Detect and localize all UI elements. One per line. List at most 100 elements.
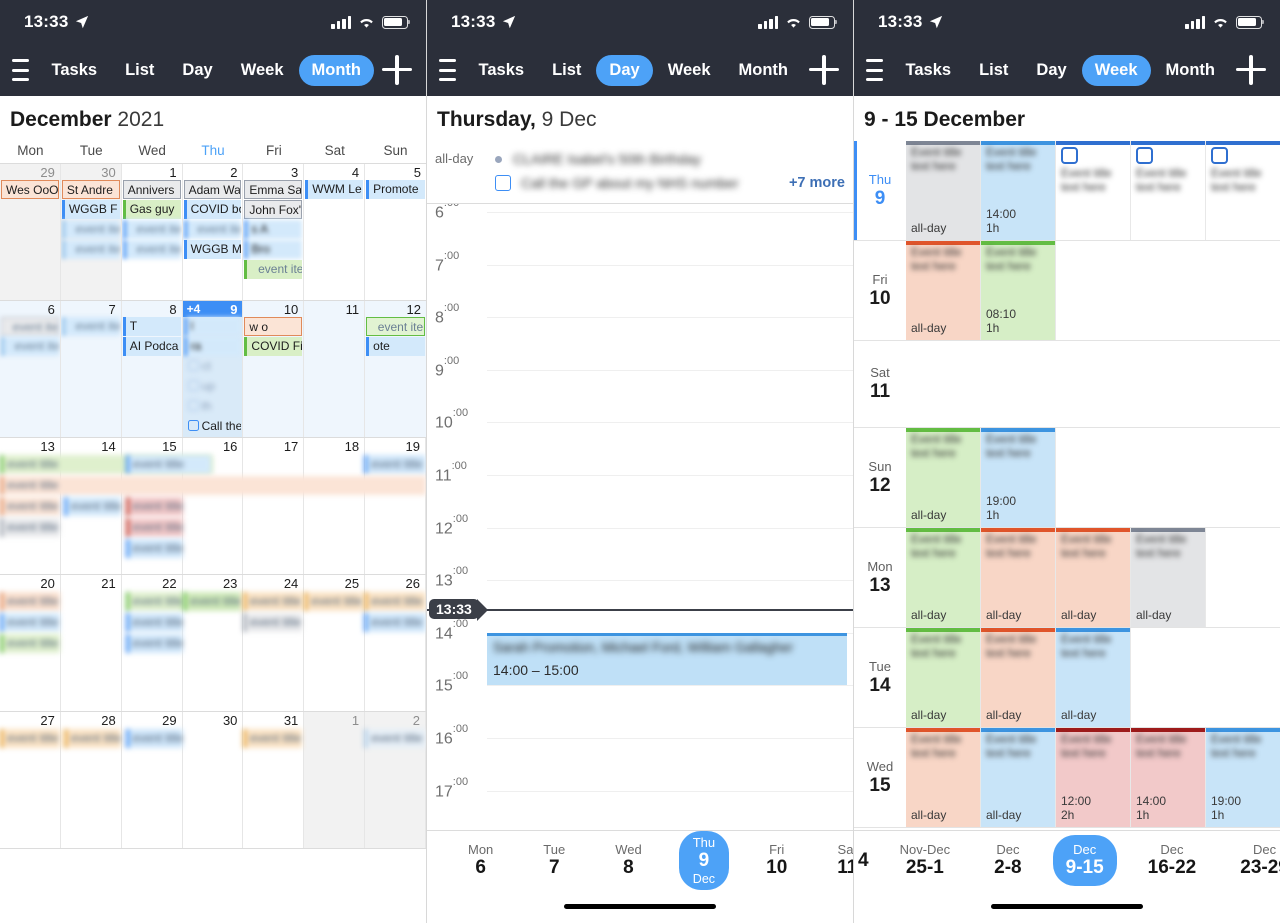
month-event[interactable]: s A bbox=[244, 220, 303, 239]
checkbox-icon[interactable] bbox=[1136, 147, 1153, 164]
month-day-cell[interactable]: 17 bbox=[243, 438, 305, 574]
plus-icon[interactable] bbox=[1236, 55, 1266, 85]
tab-list[interactable]: List bbox=[112, 55, 167, 86]
tab-week[interactable]: Week bbox=[1081, 54, 1151, 86]
month-event[interactable]: T bbox=[122, 317, 181, 336]
week-event[interactable]: Event title text here 19:00 1h bbox=[981, 428, 1056, 527]
strip-week-prev-partial[interactable]: 4 bbox=[858, 843, 869, 879]
week-event[interactable]: Event title text here all-day bbox=[906, 628, 981, 727]
strip-day-mon-6[interactable]: Mon 6 bbox=[455, 835, 506, 886]
month-day-cell[interactable]: +4 9 l ra ct up th Call the bbox=[182, 301, 244, 437]
week-day-label[interactable]: Sun 12 bbox=[854, 428, 906, 527]
month-day-cell[interactable]: 21 bbox=[61, 575, 122, 711]
checkbox-icon[interactable] bbox=[1061, 147, 1078, 164]
tab-month[interactable]: Month bbox=[1153, 55, 1228, 86]
month-event[interactable]: event title bbox=[63, 729, 122, 748]
hamburger-menu-icon[interactable] bbox=[12, 59, 29, 81]
month-event[interactable]: event title bbox=[125, 539, 184, 558]
week-day-label[interactable]: Fri 10 bbox=[854, 241, 906, 340]
month-event[interactable]: COVID Fit bbox=[244, 337, 303, 356]
month-event[interactable]: event item bbox=[122, 240, 181, 259]
month-event[interactable]: event title bbox=[125, 592, 184, 611]
day-hour-row[interactable]: 12:00 bbox=[427, 513, 853, 581]
month-event[interactable]: event title bbox=[125, 634, 184, 653]
week-event[interactable]: Event title text here 14:00 1h bbox=[1131, 728, 1206, 827]
tab-tasks[interactable]: Tasks bbox=[466, 55, 538, 86]
month-day-cell[interactable]: 10 w o COVID Fit bbox=[243, 301, 305, 437]
strip-week-nov-dec-25-1[interactable]: Nov-Dec 25-1 bbox=[887, 835, 964, 886]
allday-item[interactable]: CLAIRE Isabel's 50th Birthday bbox=[495, 147, 845, 171]
month-event[interactable]: Emma Sa bbox=[244, 180, 303, 199]
month-event[interactable]: Annivers bbox=[122, 180, 181, 199]
month-event[interactable]: th bbox=[184, 397, 242, 416]
month-event[interactable]: event title bbox=[242, 592, 303, 611]
tab-month[interactable]: Month bbox=[298, 54, 374, 86]
month-event[interactable]: Call the bbox=[184, 417, 241, 436]
month-event[interactable]: event title bbox=[364, 592, 426, 611]
allday-more-link[interactable]: +7 more bbox=[789, 175, 845, 191]
month-event[interactable]: Wes OoO bbox=[1, 180, 59, 199]
month-event[interactable]: event title bbox=[0, 592, 60, 611]
tab-tasks[interactable]: Tasks bbox=[893, 55, 965, 86]
tab-tasks[interactable]: Tasks bbox=[39, 55, 111, 86]
day-hour-row[interactable]: 10:00 bbox=[427, 407, 853, 475]
week-event[interactable]: Event title text here all-day bbox=[981, 528, 1056, 627]
strip-week-dec-23-29[interactable]: Dec23-29 bbox=[1227, 835, 1280, 886]
month-event[interactable]: event item bbox=[183, 220, 242, 239]
month-day-cell[interactable]: 1 bbox=[304, 712, 366, 848]
month-event[interactable]: COVID bo bbox=[183, 200, 242, 219]
month-event[interactable]: WGGB M bbox=[183, 240, 242, 259]
plus-icon[interactable] bbox=[382, 55, 412, 85]
month-event[interactable]: l bbox=[183, 317, 242, 336]
week-event[interactable]: Event title text here bbox=[1206, 141, 1280, 240]
month-event[interactable]: event item bbox=[61, 317, 120, 336]
month-event[interactable]: WGGB F bbox=[61, 200, 120, 219]
tab-list[interactable]: List bbox=[966, 55, 1021, 86]
month-event[interactable]: event title bbox=[0, 476, 426, 495]
checkbox-icon[interactable] bbox=[187, 380, 199, 391]
month-event[interactable]: ct bbox=[184, 357, 242, 376]
week-day-label[interactable]: Wed 15 bbox=[854, 728, 906, 827]
week-event[interactable]: Event title text here bbox=[1131, 141, 1206, 240]
tab-list[interactable]: List bbox=[539, 55, 594, 86]
month-day-cell[interactable]: 7 event item bbox=[60, 301, 122, 437]
checkbox-icon[interactable] bbox=[1211, 147, 1228, 164]
strip-week-dec-16-22[interactable]: Dec 16-22 bbox=[1135, 835, 1210, 886]
month-event[interactable]: Gas guy bbox=[122, 200, 181, 219]
month-event[interactable]: event title bbox=[0, 497, 60, 516]
strip-week-dec-9-15[interactable]: Dec 9-15 bbox=[1052, 835, 1117, 886]
month-day-cell[interactable]: 29 Wes OoO bbox=[0, 164, 61, 300]
month-day-cell[interactable]: 5 Promote bbox=[365, 164, 426, 300]
week-event[interactable]: Event title text here all-day bbox=[906, 241, 981, 340]
tab-day[interactable]: Day bbox=[169, 55, 225, 86]
day-hour-row[interactable]: 13:00 bbox=[427, 565, 853, 633]
day-event[interactable]: Sarah Promotion, Michael Ford, William G… bbox=[487, 632, 847, 686]
month-event[interactable]: event title bbox=[125, 729, 184, 748]
strip-day-thu-9[interactable]: Thu 9 Dec bbox=[678, 831, 730, 890]
month-event[interactable]: event title bbox=[125, 518, 184, 537]
month-event[interactable]: event item bbox=[244, 260, 303, 279]
month-event[interactable]: event item bbox=[1, 317, 59, 336]
day-hour-row[interactable]: 17:00 bbox=[427, 776, 853, 830]
month-event[interactable]: Bro bbox=[244, 240, 303, 259]
month-event[interactable]: event title bbox=[242, 613, 303, 632]
hamburger-menu-icon[interactable] bbox=[439, 59, 456, 81]
month-day-cell[interactable]: 18 bbox=[304, 438, 366, 574]
month-event[interactable]: Adam Wat bbox=[183, 180, 242, 199]
tab-day[interactable]: Day bbox=[1023, 55, 1079, 86]
plus-icon[interactable] bbox=[809, 55, 839, 85]
strip-day-tue-7[interactable]: Tue 7 bbox=[530, 835, 578, 886]
tab-week[interactable]: Week bbox=[228, 55, 297, 86]
week-event[interactable]: Event title text here 12:00 2h bbox=[1056, 728, 1131, 827]
week-event[interactable]: Event title text here all-day bbox=[1056, 628, 1131, 727]
day-hour-row[interactable]: 6:00 bbox=[427, 204, 853, 265]
checkbox-icon[interactable] bbox=[495, 175, 511, 191]
month-event[interactable]: event title bbox=[63, 497, 122, 516]
week-day-label[interactable]: Thu 9 bbox=[854, 141, 906, 240]
month-event[interactable]: event title bbox=[125, 497, 184, 516]
month-event[interactable]: event title bbox=[304, 592, 362, 611]
week-event[interactable]: Event title text here all-day bbox=[906, 528, 981, 627]
month-event[interactable]: event item bbox=[61, 240, 120, 259]
month-event[interactable]: event item bbox=[1, 337, 59, 356]
tab-week[interactable]: Week bbox=[655, 55, 724, 86]
